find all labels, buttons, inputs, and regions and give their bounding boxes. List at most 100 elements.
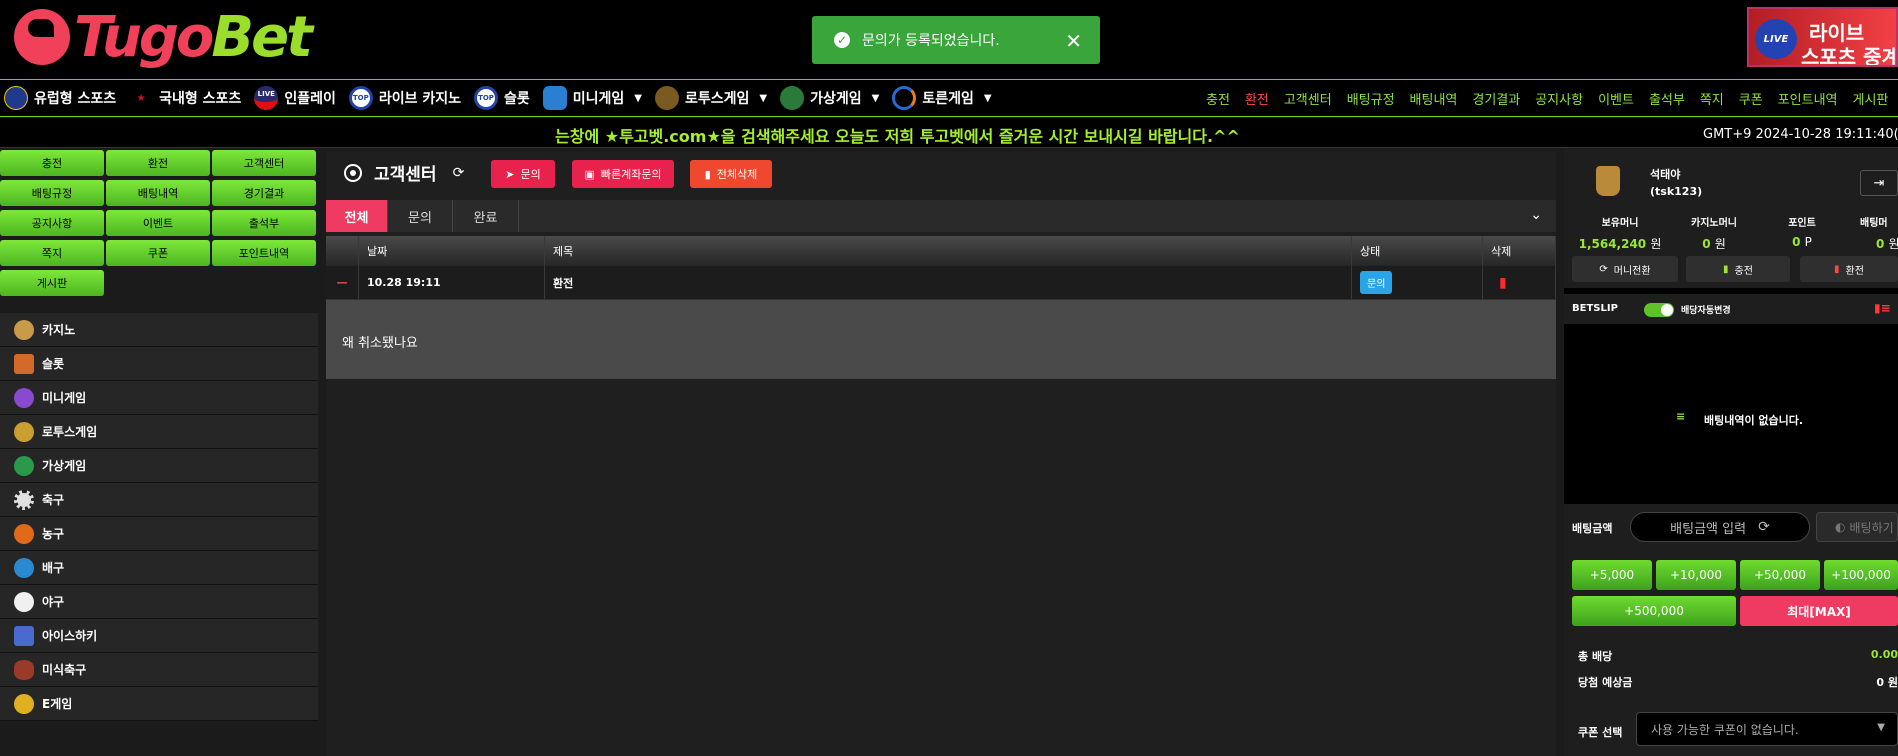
nav-minigame[interactable]: 미니게임 ▼	[542, 80, 642, 116]
stat-casino: 카지노머니 0 원	[1691, 218, 1737, 251]
menu-item-volleyball[interactable]: 배구	[0, 551, 318, 585]
util-nav-message[interactable]: 쪽지	[1700, 89, 1724, 108]
util-nav-rules[interactable]: 배팅규정	[1347, 89, 1395, 108]
max-amount-button[interactable]: 최대[MAX]	[1740, 596, 1898, 626]
menu-item-minigame[interactable]: 미니게임	[0, 381, 318, 415]
amount-5000-button[interactable]: +5,000	[1572, 560, 1652, 590]
notice-ticker: 는창에 ★투고벳.com★을 검색해주세요 오늘도 저희 투고벳에서 즐거운 시…	[0, 118, 1898, 148]
table-row[interactable]: — 10.28 19:11 환전 문의 ▮	[326, 266, 1556, 300]
menu-item-basketball[interactable]: 농구	[0, 517, 318, 551]
inquiry-body: 왜 취소됐나요	[342, 336, 418, 351]
util-nav-history[interactable]: 배팅내역	[1410, 89, 1458, 108]
auto-odds-label: 배당자동변경	[1681, 306, 1731, 316]
util-nav-event[interactable]: 이벤트	[1598, 89, 1634, 108]
bet-amount-label: 배팅금액	[1572, 522, 1613, 535]
tab-complete[interactable]: 완료	[453, 200, 519, 232]
top-bar: TugoBet ✓ 문의가 등록되었습니다. ✕ LIVE 라이브 스포츠 중계	[0, 0, 1898, 79]
clear-slip-icon[interactable]: ▮≡	[1874, 301, 1891, 315]
nav-slot[interactable]: TOP 슬롯	[474, 80, 530, 116]
nav-live-casino[interactable]: TOP 라이브 카지노	[348, 80, 461, 116]
money-convert-button[interactable]: ⟳ 머니전환	[1572, 256, 1678, 282]
row-subject[interactable]: 환전	[545, 266, 1352, 299]
quick-coupon[interactable]: 쿠폰	[106, 240, 210, 266]
nav-european-sports[interactable]: 유럽형 스포츠	[4, 80, 116, 116]
nav-korean-sports[interactable]: ★ 국내형 스포츠	[129, 80, 241, 116]
site-logo[interactable]: TugoBet	[14, 4, 313, 70]
util-nav-board[interactable]: 게시판	[1853, 89, 1889, 108]
amount-10000-button[interactable]: +10,000	[1656, 560, 1736, 590]
nav-virtual[interactable]: 가상게임 ▼	[780, 80, 879, 116]
amount-100000-button[interactable]: +100,000	[1824, 560, 1898, 590]
betslip-title: BETSLIP	[1572, 303, 1618, 314]
util-nav: 충전 환전 고객센터 배팅규정 배팅내역 경기결과 공지사항 이벤트 출석부 쪽…	[1206, 80, 1898, 116]
coupon-select[interactable]: 사용 가능한 쿠폰이 없습니다. ▼	[1636, 712, 1898, 746]
logo-text-part2: Bet	[211, 4, 312, 70]
auto-odds-toggle[interactable]	[1644, 303, 1674, 317]
delete-all-button[interactable]: ▮ 전체삭제	[690, 160, 772, 188]
table-header: 날짜 제목 상태 삭제	[326, 236, 1556, 266]
chevron-down-icon[interactable]: ⌄	[1530, 207, 1542, 223]
battery-icon: ▮	[1723, 263, 1729, 275]
menu-item-lotus[interactable]: 로투스게임	[0, 415, 318, 449]
menu-item-egame[interactable]: E게임	[0, 687, 318, 721]
account-inquiry-button[interactable]: ▣ 빠른계좌문의	[572, 160, 674, 188]
menu-item-icehockey[interactable]: 아이스하키	[0, 619, 318, 653]
caret-down-icon: ▼	[871, 92, 880, 104]
quick-notice[interactable]: 공지사항	[0, 210, 104, 236]
page-header: 고객센터 ⟳	[344, 160, 464, 185]
quick-message[interactable]: 쪽지	[0, 240, 104, 266]
collapse-toggle[interactable]: —	[326, 266, 359, 299]
menu-item-virtual[interactable]: 가상게임	[0, 449, 318, 483]
inquiry-button[interactable]: ➤ 문의	[491, 160, 555, 188]
quick-board[interactable]: 게시판	[0, 270, 104, 296]
tab-all[interactable]: 전체	[326, 200, 388, 232]
charge-button[interactable]: ▮ 충전	[1686, 256, 1790, 282]
quick-support[interactable]: 고객센터	[212, 150, 316, 176]
util-nav-points[interactable]: 포인트내역	[1778, 89, 1838, 108]
exchange-button[interactable]: ▮ 환전	[1800, 256, 1898, 282]
util-nav-attendance[interactable]: 출석부	[1649, 89, 1685, 108]
quick-history[interactable]: 배팅내역	[106, 180, 210, 206]
quick-charge[interactable]: 충전	[0, 150, 104, 176]
refresh-icon[interactable]: ⟳	[453, 165, 465, 181]
tab-inquiry[interactable]: 문의	[388, 200, 453, 232]
close-icon[interactable]: ✕	[1065, 29, 1082, 53]
main-nav: 유럽형 스포츠 ★ 국내형 스포츠 LIVE 인플레이 TOP 라이브 카지노 TOP…	[0, 79, 1898, 117]
util-nav-notice[interactable]: 공지사항	[1535, 89, 1583, 108]
quick-event[interactable]: 이벤트	[106, 210, 210, 236]
amount-50000-button[interactable]: +50,000	[1740, 560, 1820, 590]
util-nav-support[interactable]: 고객센터	[1284, 89, 1332, 108]
util-nav-exchange[interactable]: 환전	[1245, 89, 1269, 108]
quick-attendance[interactable]: 출석부	[212, 210, 316, 236]
util-nav-results[interactable]: 경기결과	[1472, 89, 1520, 108]
delete-row-icon[interactable]: ▮	[1483, 266, 1556, 299]
menu-item-baseball[interactable]: 야구	[0, 585, 318, 619]
stat-balance: 보유머니 1,564,240 원	[1578, 218, 1662, 251]
bet-amount-input[interactable]: 배팅금액 입력 ⟳	[1630, 512, 1810, 542]
quick-points[interactable]: 포인트내역	[212, 240, 316, 266]
balance-value: 1,564,240	[1578, 237, 1647, 251]
nav-token[interactable]: 토른게임 ▼	[892, 80, 992, 116]
live-sports-banner[interactable]: LIVE 라이브 스포츠 중계	[1747, 7, 1898, 67]
slot-icon	[14, 353, 34, 374]
nav-inplay[interactable]: LIVE 인플레이	[254, 80, 336, 116]
quick-results[interactable]: 경기결과	[212, 180, 316, 206]
menu-item-casino[interactable]: 카지노	[0, 313, 318, 347]
quick-exchange[interactable]: 환전	[106, 150, 210, 176]
menu-item-football[interactable]: 미식축구	[0, 653, 318, 687]
menu-item-soccer[interactable]: 축구	[0, 483, 318, 517]
bet-submit-button[interactable]: ◐ 배팅하기	[1816, 512, 1898, 542]
quick-rules[interactable]: 배팅규정	[0, 180, 104, 206]
util-nav-charge[interactable]: 충전	[1206, 89, 1230, 108]
util-nav-coupon[interactable]: 쿠폰	[1739, 89, 1763, 108]
left-sidebar: 충전 환전 고객센터 배팅규정 배팅내역 경기결과 공지사항 이벤트 출석부 쪽…	[0, 148, 318, 756]
check-circle-icon: ✓	[834, 32, 850, 48]
user-id: (tsk123)	[1650, 185, 1703, 198]
nav-lotus[interactable]: 로투스게임 ▼	[655, 80, 767, 116]
amount-500000-button[interactable]: +500,000	[1572, 596, 1736, 626]
success-toast: ✓ 문의가 등록되었습니다. ✕	[812, 16, 1100, 64]
logout-icon[interactable]: ⇥	[1860, 170, 1898, 196]
menu-item-slot[interactable]: 슬롯	[0, 347, 318, 381]
caret-down-icon: ▼	[759, 92, 768, 104]
reset-icon[interactable]: ⟳	[1758, 519, 1770, 535]
